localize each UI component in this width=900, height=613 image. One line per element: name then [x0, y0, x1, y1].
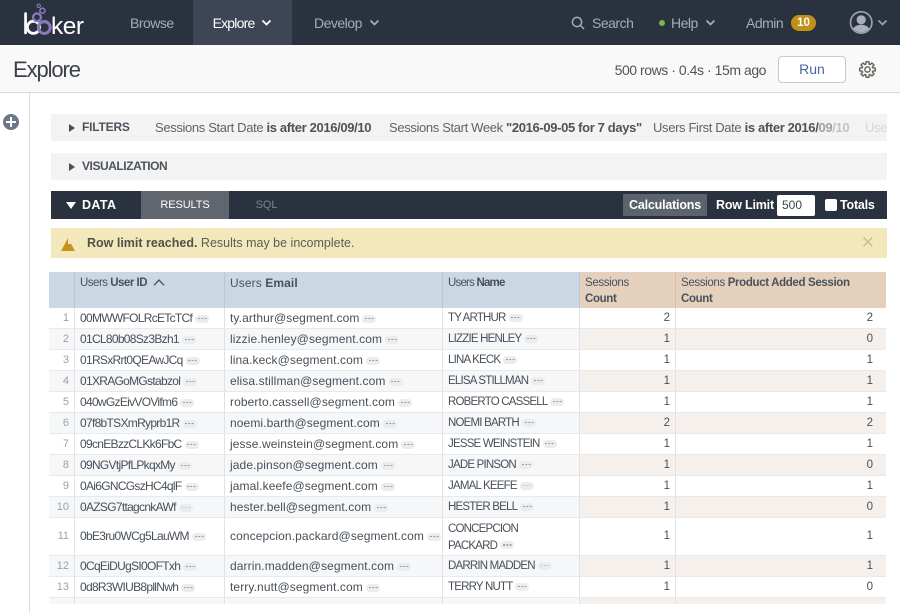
svg-text:ker: ker [51, 13, 84, 40]
